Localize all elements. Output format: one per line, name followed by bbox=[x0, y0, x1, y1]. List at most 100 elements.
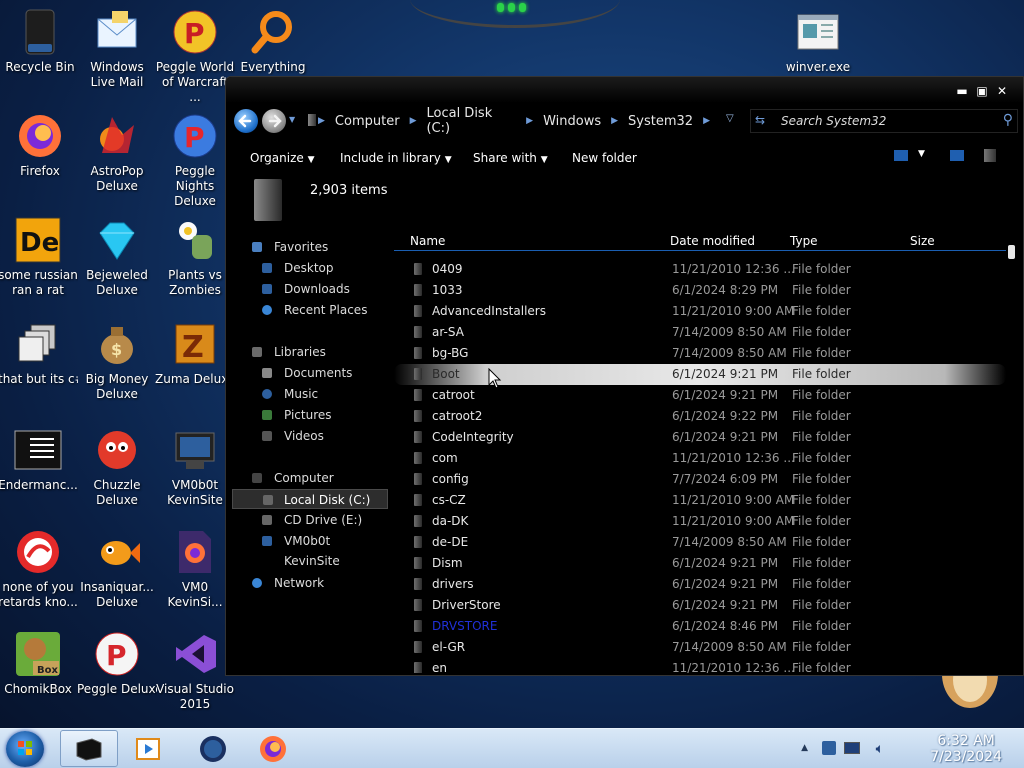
tray-volume-icon[interactable]: 🔈︎ bbox=[876, 741, 884, 757]
nav-local-disk[interactable]: Local Disk (C:) bbox=[232, 489, 388, 509]
desktop-icon-everything[interactable]: Everything bbox=[233, 8, 313, 75]
start-button[interactable] bbox=[6, 731, 44, 767]
new-folder-button[interactable]: New folder bbox=[572, 151, 637, 165]
search-icon[interactable]: ⚲ bbox=[1003, 112, 1013, 128]
recent-pages-chevron-icon[interactable]: ▼ bbox=[289, 115, 295, 124]
column-header-type[interactable]: Type bbox=[790, 234, 818, 248]
desktop-icon-chuzzle[interactable]: Chuzzle Deluxe bbox=[77, 426, 157, 508]
clock[interactable]: 6:32 AM 7/23/2024 bbox=[930, 733, 1002, 765]
minimize-button[interactable]: ▬ bbox=[955, 85, 969, 97]
taskbar-browser-button[interactable] bbox=[184, 730, 242, 767]
nav-computer[interactable]: Computer bbox=[232, 468, 388, 488]
window-titlebar[interactable]: ▬ ▣ ✕ bbox=[226, 77, 1023, 103]
file-row[interactable]: catroot 6/1/2024 9:21 PM File folder bbox=[394, 385, 1006, 406]
desktop-icon-peggle-wow[interactable]: P Peggle World of Warcraft ... bbox=[155, 8, 235, 105]
nav-network[interactable]: Network bbox=[232, 573, 388, 593]
file-row[interactable]: de-DE 7/14/2009 8:50 AM File folder bbox=[394, 532, 1006, 553]
view-chevron-icon[interactable]: ▼ bbox=[918, 149, 925, 159]
taskbar-explorer-button[interactable] bbox=[60, 730, 118, 767]
desktop-icon-astropop[interactable]: AstroPop Deluxe bbox=[77, 112, 157, 194]
file-row[interactable]: config 7/7/2024 6:09 PM File folder bbox=[394, 469, 1006, 490]
desktop-icon-endermanch[interactable]: Endermanc... bbox=[0, 426, 78, 493]
file-row[interactable]: DriverStore 6/1/2024 9:21 PM File folder bbox=[394, 595, 1006, 616]
nav-libraries[interactable]: Libraries bbox=[232, 342, 388, 362]
desktop-icon-insaniquarium[interactable]: Insaniquar... Deluxe bbox=[77, 528, 157, 610]
desktop-icon-big-money[interactable]: $ Big Money Deluxe bbox=[77, 320, 157, 402]
maximize-button[interactable]: ▣ bbox=[975, 85, 989, 97]
forward-button[interactable] bbox=[262, 109, 286, 133]
breadcrumb-separator-icon[interactable]: ▶ bbox=[526, 116, 533, 126]
file-row[interactable]: 1033 6/1/2024 8:29 PM File folder bbox=[394, 280, 1006, 301]
nav-recent-places[interactable]: Recent Places bbox=[232, 300, 388, 320]
taskbar-media-player-button[interactable] bbox=[120, 730, 178, 767]
organize-menu[interactable]: Organize ▼ bbox=[250, 151, 315, 165]
file-row[interactable]: Dism 6/1/2024 9:21 PM File folder bbox=[394, 553, 1006, 574]
view-options-icon[interactable] bbox=[894, 150, 908, 161]
file-row[interactable]: cs-CZ 11/21/2010 9:00 AM File folder bbox=[394, 490, 1006, 511]
breadcrumb-local-disk[interactable]: Local Disk (C:) bbox=[426, 106, 516, 136]
breadcrumb-separator-icon[interactable]: ▶ bbox=[318, 116, 325, 126]
desktop-icon-visual-studio[interactable]: Visual Studio 2015 bbox=[155, 630, 235, 712]
explorer-window[interactable]: ▬ ▣ ✕ ▼ ▶ Computer ▶ Local Disk (C:) ▶ W… bbox=[225, 76, 1024, 676]
file-row[interactable]: bg-BG 7/14/2009 8:50 AM File folder bbox=[394, 343, 1006, 364]
help-icon[interactable] bbox=[984, 149, 996, 162]
nav-videos[interactable]: Videos bbox=[232, 426, 388, 446]
vertical-scrollbar[interactable] bbox=[1006, 229, 1018, 673]
file-row[interactable]: ar-SA 7/14/2009 8:50 AM File folder bbox=[394, 322, 1006, 343]
breadcrumb-computer[interactable]: Computer bbox=[335, 114, 400, 129]
share-with-menu[interactable]: Share with ▼ bbox=[473, 151, 548, 165]
show-hidden-icons-chevron[interactable]: ▲ bbox=[801, 743, 808, 753]
file-row[interactable]: CodeIntegrity 6/1/2024 9:21 PM File folder bbox=[394, 427, 1006, 448]
back-button[interactable] bbox=[234, 109, 258, 133]
file-row[interactable]: Boot 6/1/2024 9:21 PM File folder bbox=[394, 364, 1006, 385]
breadcrumb-windows[interactable]: Windows bbox=[543, 114, 601, 129]
breadcrumb-separator-icon[interactable]: ▶ bbox=[611, 116, 618, 126]
desktop-icon-winver[interactable]: winver.exe bbox=[778, 8, 858, 75]
file-row[interactable]: el-GR 7/14/2009 8:50 AM File folder bbox=[394, 637, 1006, 658]
preview-pane-icon[interactable] bbox=[950, 150, 964, 161]
refresh-icon[interactable]: ⇆ bbox=[755, 113, 765, 127]
tray-network-icon[interactable] bbox=[844, 742, 860, 754]
close-button[interactable]: ✕ bbox=[995, 85, 1009, 97]
nav-favorites[interactable]: Favorites bbox=[232, 237, 388, 257]
nav-music[interactable]: Music bbox=[232, 384, 388, 404]
desktop-icon-plants-vs-zombies[interactable]: Plants vs Zombies bbox=[155, 216, 235, 298]
desktop-icon-vm0-kevinsite[interactable]: VM0 KevinSi... bbox=[155, 528, 235, 610]
scrollbar-thumb[interactable] bbox=[1008, 245, 1015, 259]
file-row[interactable]: en 11/21/2010 12:36 ... File folder bbox=[394, 658, 1006, 673]
file-row[interactable]: com 11/21/2010 12:36 ... File folder bbox=[394, 448, 1006, 469]
desktop-icon-peggle-nights[interactable]: P Peggle Nights Deluxe bbox=[155, 112, 235, 209]
column-header-date-modified[interactable]: Date modified bbox=[670, 234, 755, 248]
desktop-icon-vm0b0t[interactable]: VM0b0t KevinSite bbox=[155, 426, 235, 508]
file-list[interactable]: Name Date modified Type Size 0409 11/21/2… bbox=[394, 229, 1006, 673]
file-row[interactable]: 0409 11/21/2010 12:36 ... File folder bbox=[394, 259, 1006, 280]
nav-vm-site[interactable]: VM0b0t KevinSite bbox=[232, 531, 388, 568]
nav-downloads[interactable]: Downloads bbox=[232, 279, 388, 299]
search-input[interactable]: ⇆ Search System32 ⚲ bbox=[750, 109, 1018, 133]
desktop-icon-chomikbox[interactable]: Box ChomikBox bbox=[0, 630, 78, 697]
desktop-icon-that-but-its-csharp[interactable]: that but its c# bbox=[0, 320, 78, 387]
breadcrumb-separator-icon[interactable]: ▶ bbox=[410, 116, 417, 126]
file-row[interactable]: da-DK 11/21/2010 9:00 AM File folder bbox=[394, 511, 1006, 532]
breadcrumb[interactable]: ▶ Computer ▶ Local Disk (C:) ▶ Windows ▶… bbox=[304, 106, 720, 136]
desktop-icon-russian-rat[interactable]: De some russian ran a rat bbox=[0, 216, 78, 298]
breadcrumb-separator-icon[interactable]: ▶ bbox=[703, 116, 710, 126]
nav-desktop[interactable]: Desktop bbox=[232, 258, 388, 278]
desktop-icon-firefox[interactable]: Firefox bbox=[0, 112, 80, 179]
taskbar-firefox-button[interactable] bbox=[244, 730, 302, 767]
file-row[interactable]: DRVSTORE 6/1/2024 8:46 PM File folder bbox=[394, 616, 1006, 637]
file-row[interactable]: AdvancedInstallers 11/21/2010 9:00 AM File… bbox=[394, 301, 1006, 322]
include-in-library-menu[interactable]: Include in library ▼ bbox=[340, 151, 452, 165]
nav-documents[interactable]: Documents bbox=[232, 363, 388, 383]
desktop-icon-zuma[interactable]: Z Zuma Deluxe bbox=[155, 320, 235, 387]
nav-pictures[interactable]: Pictures bbox=[232, 405, 388, 425]
file-row[interactable]: drivers 6/1/2024 9:21 PM File folder bbox=[394, 574, 1006, 595]
column-header-name[interactable]: Name bbox=[410, 234, 445, 248]
nav-cd-drive[interactable]: CD Drive (E:) bbox=[232, 510, 388, 530]
tray-flag-icon[interactable] bbox=[822, 741, 836, 755]
desktop-icon-windows-live-mail[interactable]: Windows Live Mail bbox=[77, 8, 157, 90]
desktop-icon-peggle-deluxe[interactable]: P Peggle Deluxe bbox=[77, 630, 157, 697]
column-header-size[interactable]: Size bbox=[910, 234, 935, 248]
breadcrumb-system32[interactable]: System32 bbox=[628, 114, 693, 129]
desktop-icon-recycle-bin[interactable]: Recycle Bin bbox=[0, 8, 80, 75]
